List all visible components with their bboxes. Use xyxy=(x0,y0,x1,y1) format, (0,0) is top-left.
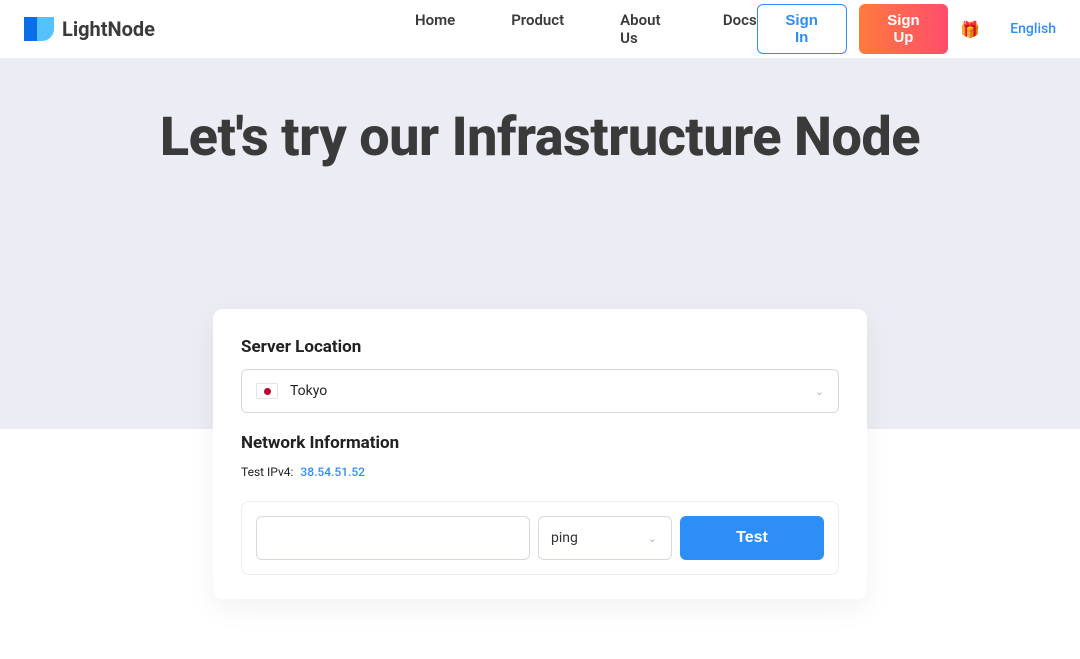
ipv4-value[interactable]: 38.54.51.52 xyxy=(300,465,365,479)
signup-button[interactable]: Sign Up xyxy=(859,4,949,54)
nav-docs[interactable]: Docs xyxy=(723,11,757,47)
logo-text: LightNode xyxy=(62,17,155,41)
network-info: Network Information Test IPv4: 38.54.51.… xyxy=(241,433,839,479)
main-nav: Home Product About Us Docs xyxy=(415,11,757,47)
method-select[interactable]: ping ⌄ xyxy=(538,516,672,560)
header: LightNode Home Product About Us Docs Sig… xyxy=(0,0,1080,58)
ipv4-label: Test IPv4: xyxy=(241,465,293,479)
signin-button[interactable]: Sign In xyxy=(757,4,847,54)
method-value: ping xyxy=(551,530,578,546)
chevron-down-icon: ⌄ xyxy=(648,532,657,545)
flag-japan-icon xyxy=(256,383,278,399)
language-select[interactable]: English xyxy=(1010,21,1056,37)
logo-icon xyxy=(24,17,54,41)
ipv4-row: Test IPv4: 38.54.51.52 xyxy=(241,465,839,479)
test-button[interactable]: Test xyxy=(680,516,824,560)
nav-about[interactable]: About Us xyxy=(620,11,667,47)
logo[interactable]: LightNode xyxy=(24,17,155,41)
nav-home[interactable]: Home xyxy=(415,11,455,47)
chevron-down-icon: ⌄ xyxy=(815,385,824,398)
header-actions: Sign In Sign Up 🎁 English xyxy=(757,4,1056,54)
location-value: Tokyo xyxy=(290,383,327,399)
gift-icon[interactable]: 🎁 xyxy=(960,20,980,39)
location-label: Server Location xyxy=(241,337,839,357)
network-label: Network Information xyxy=(241,433,839,453)
test-row: ping ⌄ Test xyxy=(241,501,839,575)
card-container: Server Location Tokyo ⌄ Network Informat… xyxy=(0,309,1080,659)
nav-product[interactable]: Product xyxy=(511,11,564,47)
location-select[interactable]: Tokyo ⌄ xyxy=(241,369,839,413)
host-input[interactable] xyxy=(256,516,530,560)
test-card: Server Location Tokyo ⌄ Network Informat… xyxy=(213,309,867,599)
page-title: Let's try our Infrastructure Node xyxy=(0,106,1080,169)
